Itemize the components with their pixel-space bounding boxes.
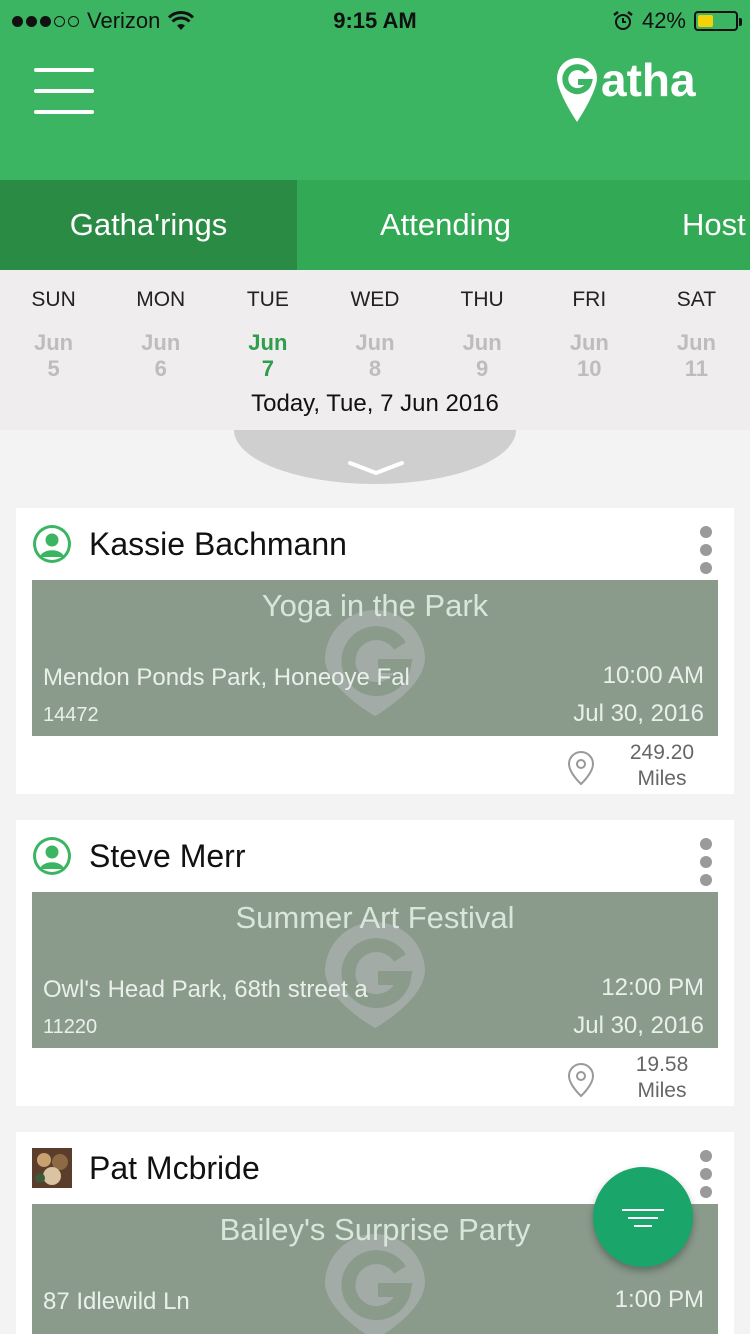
today-label: Today, Tue, 7 Jun 2016: [251, 390, 499, 417]
event-banner[interactable]: Yoga in the Park Mendon Ponds Park, Hone…: [32, 580, 718, 736]
calendar-day-thu[interactable]: THU Jun 9: [429, 270, 536, 382]
tab-attending[interactable]: Attending: [297, 180, 594, 270]
user-avatar-icon: [33, 525, 71, 563]
calendar-day-tue[interactable]: TUE Jun 7: [214, 270, 321, 382]
calendar-day-wed[interactable]: WED Jun 8: [321, 270, 428, 382]
host-name: Kassie Bachmann: [89, 526, 347, 562]
tab-gatharings[interactable]: Gatha'rings: [0, 180, 297, 270]
location-pin-icon: [567, 1062, 595, 1098]
event-zip: 11220: [43, 1016, 98, 1038]
gatha-watermark-icon: [325, 922, 425, 1028]
alarm-icon: [613, 11, 633, 30]
user-photo-avatar: [32, 1148, 72, 1188]
tab-host[interactable]: Host: [594, 180, 750, 270]
app-logo: atha: [555, 54, 730, 126]
logo-pin-icon: atha: [557, 54, 696, 122]
event-date: Jul 30, 2016: [573, 1012, 704, 1039]
event-distance: 249.20 Miles: [566, 740, 716, 792]
status-bar: Verizon 9:15 AM 42%: [0, 0, 750, 40]
event-banner[interactable]: Summer Art Festival Owl's Head Park, 68t…: [32, 892, 718, 1048]
menu-icon[interactable]: [34, 68, 94, 114]
calendar-expand-handle[interactable]: [234, 430, 516, 484]
week-calendar: SUN Jun 5 MON Jun 6 TUE Jun 7 WED Jun 8 …: [0, 270, 750, 430]
event-address: Owl's Head Park, 68th street a: [43, 976, 368, 1003]
app-header: atha: [0, 40, 750, 180]
event-address: 87 Idlewild Ln: [43, 1288, 190, 1315]
calendar-day-mon[interactable]: MON Jun 6: [107, 270, 214, 382]
event-title: Yoga in the Park: [261, 588, 489, 623]
battery-icon: [694, 11, 742, 31]
user-avatar-icon: [33, 837, 71, 875]
more-options-icon[interactable]: [700, 526, 714, 574]
event-card[interactable]: Kassie Bachmann Yoga in the Park Mendon …: [16, 508, 734, 794]
event-time: 12:00 PM: [601, 974, 704, 1001]
host-name: Pat Mcbride: [89, 1150, 260, 1186]
event-card[interactable]: Steve Merr Summer Art Festival Owl's Hea…: [16, 820, 734, 1106]
logo-text: atha: [601, 54, 696, 106]
event-distance: 19.58 Miles: [566, 1052, 716, 1104]
more-options-icon[interactable]: [700, 1150, 714, 1198]
filter-button[interactable]: [593, 1167, 693, 1267]
battery-percent: 42%: [641, 8, 686, 33]
event-time: 10:00 AM: [602, 662, 704, 689]
more-options-icon[interactable]: [700, 838, 714, 886]
event-address: Mendon Ponds Park, Honeoye Fal: [43, 664, 410, 691]
chevron-down-icon: [348, 461, 404, 476]
tab-bar: Gatha'rings Attending Host: [0, 180, 750, 270]
calendar-day-fri[interactable]: FRI Jun 10: [536, 270, 643, 382]
event-date: Jul 30, 2016: [573, 700, 704, 727]
calendar-day-sat[interactable]: SAT Jun 11: [643, 270, 750, 382]
location-pin-icon: [567, 750, 595, 786]
gatha-watermark-icon: [325, 610, 425, 716]
event-zip: 14472: [43, 704, 99, 726]
calendar-day-sun[interactable]: SUN Jun 5: [0, 270, 107, 382]
event-title: Summer Art Festival: [235, 900, 515, 935]
host-name: Steve Merr: [89, 838, 246, 874]
event-time: 1:00 PM: [614, 1286, 704, 1313]
